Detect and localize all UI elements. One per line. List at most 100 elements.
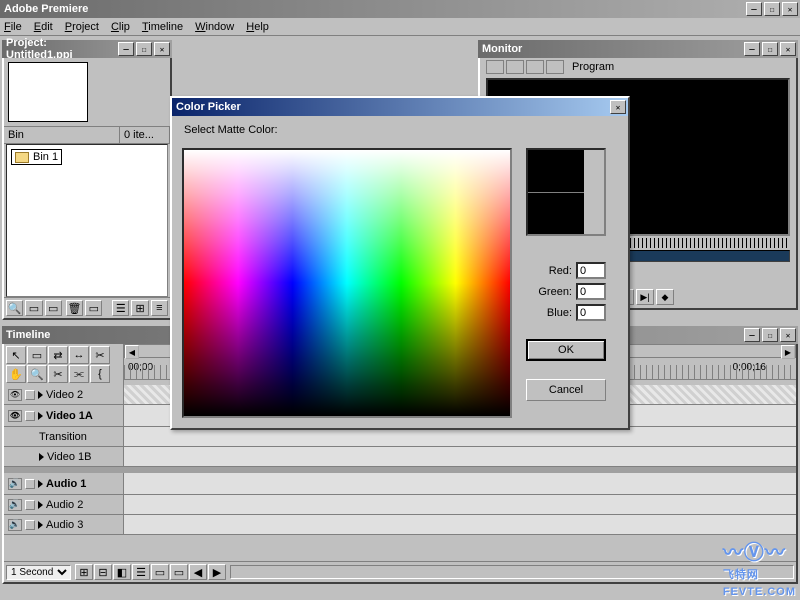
blue-input[interactable] — [576, 304, 606, 321]
razor-tool[interactable]: ✂ — [90, 346, 110, 364]
track-lock-icon[interactable] — [25, 500, 35, 510]
menu-edit[interactable]: Edit — [34, 21, 53, 33]
eye-icon[interactable]: 👁 — [8, 389, 22, 401]
track-body-audio2[interactable] — [124, 495, 796, 514]
track-head-video1b[interactable]: Video 1B — [4, 447, 124, 466]
expand-icon[interactable] — [39, 453, 44, 461]
list-view-button[interactable]: ≡ — [151, 300, 168, 316]
app-close-button[interactable] — [782, 2, 798, 16]
bin-1-folder[interactable]: Bin 1 — [11, 149, 62, 165]
monitor-tab-4[interactable] — [546, 60, 564, 74]
expand-icon[interactable] — [38, 521, 43, 529]
blue-label: Blue: — [547, 307, 572, 319]
track-head-audio3[interactable]: Audio 3 — [4, 515, 124, 534]
monitor-tab-2[interactable] — [506, 60, 524, 74]
project-close-button[interactable] — [154, 42, 170, 56]
tl-btn-8[interactable]: ▶ — [208, 564, 226, 580]
cancel-button[interactable]: Cancel — [526, 379, 606, 401]
add-marker-button[interactable]: ◆ — [656, 289, 674, 305]
color-picker-prompt: Select Matte Color: — [184, 124, 278, 136]
track-head-audio2[interactable]: Audio 2 — [4, 495, 124, 514]
tl-btn-2[interactable]: ⊟ — [94, 564, 112, 580]
monitor-close-button[interactable] — [780, 42, 796, 56]
zoom-tool[interactable]: 🔍 — [27, 365, 47, 383]
menu-file[interactable]: FFileile — [4, 21, 22, 33]
monitor-layout-tabs[interactable] — [486, 60, 564, 74]
menu-project[interactable]: Project — [65, 21, 99, 33]
expand-icon[interactable] — [38, 501, 43, 509]
next-edit-button[interactable]: ▶| — [636, 289, 654, 305]
color-picker-close-button[interactable] — [610, 100, 626, 114]
tl-btn-1[interactable]: ⊞ — [75, 564, 93, 580]
monitor-titlebar[interactable]: Monitor — [478, 40, 798, 58]
tl-btn-3[interactable]: ◧ — [113, 564, 131, 580]
speaker-icon[interactable] — [8, 499, 22, 511]
speaker-icon[interactable] — [8, 478, 22, 490]
range-tool[interactable]: ▭ — [27, 346, 47, 364]
color-gradient-picker[interactable] — [182, 148, 512, 418]
project-thumbnail[interactable] — [8, 62, 88, 122]
monitor-tab-1[interactable] — [486, 60, 504, 74]
monitor-tab-3[interactable] — [526, 60, 544, 74]
timeline-maximize-button[interactable] — [762, 328, 778, 342]
menu-window[interactable]: Window — [195, 21, 234, 33]
delete-button[interactable]: 🗑 — [66, 300, 83, 316]
icon-view-button[interactable]: ☰ — [112, 300, 129, 316]
link-tool[interactable]: ⫘ — [69, 365, 89, 383]
timeline-hscrollbar[interactable] — [230, 565, 794, 579]
resize-button[interactable]: ▭ — [85, 300, 102, 316]
track-lock-icon[interactable] — [25, 479, 35, 489]
hand-tool[interactable]: ✋ — [6, 365, 26, 383]
expand-icon[interactable] — [38, 412, 43, 420]
find-button[interactable]: 🔍 — [6, 300, 23, 316]
timeline-minimize-button[interactable] — [744, 328, 760, 342]
monitor-minimize-button[interactable] — [744, 42, 760, 56]
project-titlebar[interactable]: Project: Untitled1.ppj — [2, 40, 172, 58]
red-input[interactable] — [576, 262, 606, 279]
track-body-video1b[interactable] — [124, 447, 796, 466]
track-body-audio3[interactable] — [124, 515, 796, 534]
timeline-scroll-left[interactable]: ◀ — [125, 345, 139, 359]
app-minimize-button[interactable] — [746, 2, 762, 16]
expand-icon[interactable] — [38, 480, 43, 488]
track-body-audio1[interactable] — [124, 473, 796, 494]
bin-column-header[interactable]: Bin — [4, 127, 120, 143]
expand-icon[interactable] — [38, 391, 43, 399]
timeline-scroll-right[interactable]: ▶ — [781, 345, 795, 359]
menu-timeline[interactable]: Timeline — [142, 21, 183, 33]
track-lock-icon[interactable] — [25, 520, 35, 530]
eye-icon[interactable]: 👁 — [8, 410, 22, 422]
rate-stretch-tool[interactable]: ↔ — [69, 346, 89, 364]
track-head-audio1[interactable]: Audio 1 — [4, 473, 124, 494]
items-column-header[interactable]: 0 ite... — [120, 127, 170, 143]
new-item-button[interactable]: ▭ — [45, 300, 62, 316]
track-lock-icon[interactable] — [25, 411, 35, 421]
tl-btn-7[interactable]: ◀ — [189, 564, 207, 580]
tl-btn-6[interactable]: ▭ — [170, 564, 188, 580]
color-picker-titlebar[interactable]: Color Picker — [172, 98, 628, 116]
monitor-maximize-button[interactable] — [762, 42, 778, 56]
app-maximize-button[interactable] — [764, 2, 780, 16]
track-lock-icon[interactable] — [25, 390, 35, 400]
crossfade-tool[interactable]: ✂ — [48, 365, 68, 383]
ok-button[interactable]: OK — [526, 339, 606, 361]
track-head-video2[interactable]: 👁Video 2 — [4, 385, 124, 404]
selection-tool[interactable]: ↖ — [6, 346, 26, 364]
track-head-transition[interactable]: Transition — [4, 427, 124, 446]
green-input[interactable] — [576, 283, 606, 300]
thumb-view-button[interactable]: ⊞ — [131, 300, 148, 316]
track-head-video1a[interactable]: 👁Video 1A — [4, 405, 124, 426]
timeline-close-button[interactable] — [780, 328, 796, 342]
rolling-edit-tool[interactable]: ⇄ — [48, 346, 68, 364]
timeline-zoom-select[interactable]: 1 Second — [6, 565, 71, 580]
menu-help[interactable]: Help — [246, 21, 269, 33]
inout-tool[interactable]: { — [90, 365, 110, 383]
project-minimize-button[interactable] — [118, 42, 134, 56]
speaker-icon[interactable] — [8, 519, 22, 531]
project-maximize-button[interactable] — [136, 42, 152, 56]
tl-btn-4[interactable]: ☰ — [132, 564, 150, 580]
new-bin-button[interactable]: ▭ — [25, 300, 42, 316]
bin-list[interactable]: Bin 1 — [6, 144, 168, 297]
menu-clip[interactable]: Clip — [111, 21, 130, 33]
tl-btn-5[interactable]: ▭ — [151, 564, 169, 580]
